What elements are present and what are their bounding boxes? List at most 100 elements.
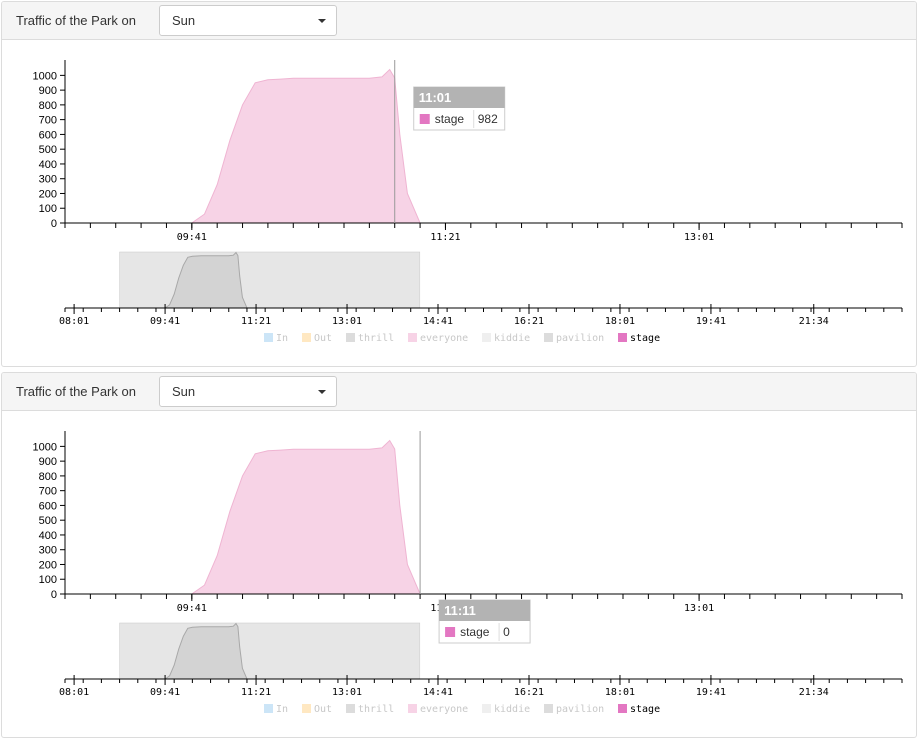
y-tick-label: 300 bbox=[39, 545, 57, 557]
tooltip-swatch bbox=[419, 114, 430, 124]
context-x-tick-label: 08:01 bbox=[59, 316, 89, 327]
legend-item-thrill[interactable]: thrill bbox=[346, 333, 394, 344]
x-tick-label: 13:01 bbox=[684, 603, 714, 614]
context-x-tick-label: 14:41 bbox=[423, 316, 453, 327]
traffic-panel-1: Traffic of the Park on Sun 0 100 200 300 400… bbox=[1, 1, 917, 367]
context-x-tick-label: 21:34 bbox=[799, 687, 829, 698]
tooltip-time: 11:11 bbox=[444, 603, 476, 618]
legend-swatch bbox=[544, 333, 553, 342]
context-x-tick-label: 11:21 bbox=[241, 316, 271, 327]
legend-swatch bbox=[482, 333, 491, 342]
y-tick-label: 100 bbox=[39, 203, 57, 215]
legend-item-everyone[interactable]: everyone bbox=[408, 704, 468, 715]
brush-selection[interactable] bbox=[119, 622, 421, 680]
legend-item-thrill[interactable]: thrill bbox=[346, 704, 394, 715]
y-tick-label: 0 bbox=[51, 589, 57, 601]
legend-label: kiddie bbox=[494, 333, 530, 344]
panel-header: Traffic of the Park on Sun bbox=[2, 373, 916, 411]
panel-title: Traffic of the Park on bbox=[16, 13, 136, 28]
y-tick-label: 400 bbox=[39, 530, 57, 542]
day-select-value: Sun bbox=[172, 384, 196, 399]
legend-swatch bbox=[408, 704, 417, 713]
context-x-tick-label: 13:01 bbox=[332, 316, 362, 327]
tooltip: 11:01 stage 982 bbox=[413, 86, 506, 131]
legend-item-stage[interactable]: stage bbox=[618, 333, 660, 344]
legend-swatch bbox=[346, 333, 355, 342]
legend-item-stage[interactable]: stage bbox=[618, 704, 660, 715]
context-x-tick-label: 18:01 bbox=[605, 316, 635, 327]
legend-label: In bbox=[276, 333, 288, 344]
legend-item-In[interactable]: In bbox=[264, 333, 288, 344]
day-select[interactable]: Sun bbox=[159, 5, 337, 36]
y-tick-label: 200 bbox=[39, 559, 57, 571]
context-x-tick-label: 08:01 bbox=[59, 687, 89, 698]
y-tick-label: 800 bbox=[39, 100, 57, 112]
y-tick-label: 900 bbox=[39, 456, 57, 468]
legend-item-pavilion[interactable]: pavilion bbox=[544, 704, 604, 715]
caret-down-icon bbox=[318, 19, 326, 23]
panel-header: Traffic of the Park on Sun bbox=[2, 2, 916, 40]
legend-item-Out[interactable]: Out bbox=[302, 333, 332, 344]
panel-title: Traffic of the Park on bbox=[16, 384, 136, 399]
legend-item-kiddie[interactable]: kiddie bbox=[482, 704, 530, 715]
traffic-panel-2: Traffic of the Park on Sun 0 100 200 300 400… bbox=[1, 372, 917, 738]
legend: In Out thrill everyone kiddie pavilion stage bbox=[264, 704, 660, 715]
legend-swatch bbox=[618, 704, 627, 713]
y-tick-label: 500 bbox=[39, 144, 57, 156]
y-tick-label: 600 bbox=[39, 129, 57, 141]
y-tick-label: 800 bbox=[39, 471, 57, 483]
legend-item-Out[interactable]: Out bbox=[302, 704, 332, 715]
legend-label: In bbox=[276, 704, 288, 715]
series-area-stage bbox=[190, 68, 421, 224]
y-tick-label: 900 bbox=[39, 85, 57, 97]
traffic-chart: 0 100 200 300 400 500 600 700 800 900 1000 09:41 11:… bbox=[33, 431, 903, 715]
caret-down-icon bbox=[318, 390, 326, 394]
legend-item-kiddie[interactable]: kiddie bbox=[482, 333, 530, 344]
context-x-tick-label: 16:21 bbox=[514, 316, 544, 327]
legend-label: stage bbox=[630, 704, 660, 715]
context-x-tick-label: 09:41 bbox=[150, 316, 180, 327]
brush-selection[interactable] bbox=[119, 251, 421, 309]
y-tick-label: 100 bbox=[39, 574, 57, 586]
y-tick-label: 1000 bbox=[33, 70, 57, 82]
legend-label: Out bbox=[314, 333, 332, 344]
y-tick-label: 500 bbox=[39, 515, 57, 527]
x-tick-label: 11:21 bbox=[430, 232, 460, 243]
legend-item-everyone[interactable]: everyone bbox=[408, 333, 468, 344]
x-tick-label: 09:41 bbox=[177, 603, 207, 614]
day-select[interactable]: Sun bbox=[159, 376, 337, 407]
legend-item-pavilion[interactable]: pavilion bbox=[544, 333, 604, 344]
context-x-tick-label: 18:01 bbox=[605, 687, 635, 698]
legend-label: everyone bbox=[420, 704, 468, 715]
y-tick-label: 200 bbox=[39, 188, 57, 200]
y-tick-label: 600 bbox=[39, 500, 57, 512]
tooltip-value: 0 bbox=[503, 625, 510, 639]
legend-swatch bbox=[618, 333, 627, 342]
legend-label: pavilion bbox=[556, 333, 604, 344]
context-x-tick-label: 13:01 bbox=[332, 687, 362, 698]
tooltip-series: stage bbox=[435, 112, 465, 126]
context-x-tick-label: 09:41 bbox=[150, 687, 180, 698]
legend-label: everyone bbox=[420, 333, 468, 344]
legend-item-In[interactable]: In bbox=[264, 704, 288, 715]
legend-label: thrill bbox=[358, 333, 394, 344]
y-tick-label: 700 bbox=[39, 486, 57, 498]
legend-swatch bbox=[264, 333, 273, 342]
traffic-chart: 0 100 200 300 400 500 600 700 800 900 1000 09:41 11:… bbox=[33, 60, 903, 344]
legend-swatch bbox=[302, 704, 311, 713]
context-x-tick-label: 11:21 bbox=[241, 687, 271, 698]
legend: In Out thrill everyone kiddie pavilion stage bbox=[264, 333, 660, 344]
legend-swatch bbox=[408, 333, 417, 342]
y-tick-label: 400 bbox=[39, 159, 57, 171]
legend-swatch bbox=[482, 704, 491, 713]
legend-swatch bbox=[302, 333, 311, 342]
legend-label: pavilion bbox=[556, 704, 604, 715]
tooltip-swatch bbox=[445, 627, 456, 637]
y-tick-label: 700 bbox=[39, 115, 57, 127]
legend-label: Out bbox=[314, 704, 332, 715]
y-tick-label: 0 bbox=[51, 218, 57, 230]
x-tick-label: 13:01 bbox=[684, 232, 714, 243]
x-tick-label: 09:41 bbox=[177, 232, 207, 243]
tooltip-time: 11:01 bbox=[419, 90, 452, 105]
legend-label: kiddie bbox=[494, 704, 530, 715]
